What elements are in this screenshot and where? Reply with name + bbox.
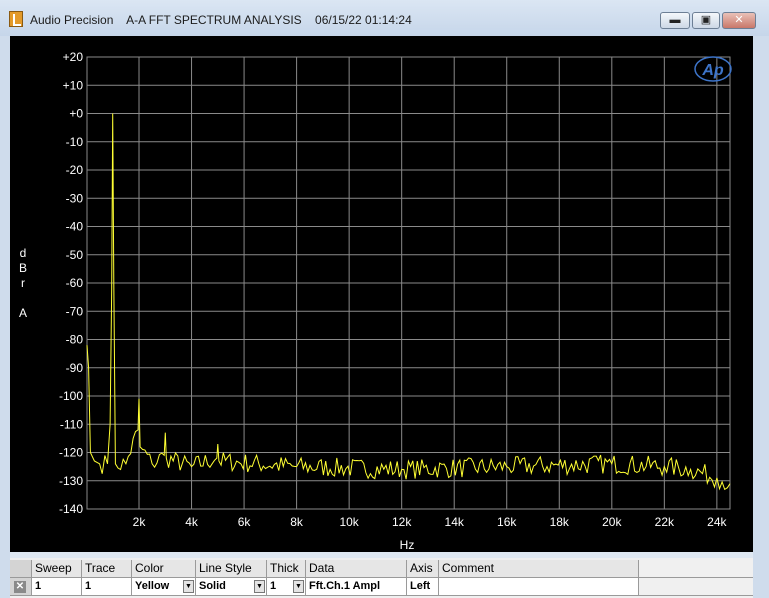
close-icon: ✕ bbox=[734, 14, 744, 26]
minimize-icon: ▬ bbox=[669, 14, 681, 26]
row-empty-area bbox=[639, 578, 753, 596]
maximize-icon: ▣ bbox=[700, 14, 712, 26]
window-frame-right bbox=[753, 36, 769, 598]
cell-sweep[interactable]: 1 bbox=[32, 578, 82, 596]
x-tick-label: 4k bbox=[185, 515, 199, 529]
y-tick-label: -20 bbox=[66, 163, 84, 177]
column-header-data[interactable]: Data bbox=[306, 560, 407, 578]
y-tick-label: -70 bbox=[66, 304, 84, 318]
y-tick-label: -50 bbox=[66, 248, 84, 262]
y-tick-label: -130 bbox=[59, 474, 83, 488]
x-tick-label: 2k bbox=[133, 515, 147, 529]
x-tick-label: 20k bbox=[602, 515, 622, 529]
row-header-corner bbox=[10, 560, 32, 578]
ap-logo-text: Ap bbox=[701, 62, 724, 79]
cell-color[interactable]: Yellow ▼ bbox=[132, 578, 196, 596]
table-header-row: Sweep Trace Color Line Style Thick Data … bbox=[10, 560, 753, 578]
y-tick-label: -40 bbox=[66, 220, 84, 234]
y-tick-label: -60 bbox=[66, 276, 84, 290]
header-empty-area bbox=[639, 560, 753, 578]
app-logo-icon bbox=[9, 11, 23, 27]
x-tick-label: 6k bbox=[238, 515, 252, 529]
column-header-axis[interactable]: Axis bbox=[407, 560, 439, 578]
minimize-button[interactable]: ▬ bbox=[660, 12, 690, 29]
cell-line-style-value: Solid bbox=[199, 580, 226, 592]
row-enable-checkbox[interactable]: ✕ bbox=[14, 581, 26, 593]
grid bbox=[86, 56, 731, 510]
close-button[interactable]: ✕ bbox=[722, 12, 756, 29]
y-tick-label: -110 bbox=[60, 417, 83, 431]
x-tick-labels: 2k 4k 6k 8k 10k 12k 14k 16k 18k 20k 22k 24k bbox=[133, 515, 728, 529]
y-tick-label: -90 bbox=[66, 361, 84, 375]
y-tick-label: +20 bbox=[63, 50, 84, 64]
column-header-line-style[interactable]: Line Style bbox=[196, 560, 267, 578]
y-tick-label: -120 bbox=[59, 446, 83, 460]
y-axis-label-char: A bbox=[18, 306, 27, 320]
x-tick-label: 22k bbox=[655, 515, 675, 529]
y-tick-label: -140 bbox=[59, 502, 83, 516]
y-tick-label: -100 bbox=[59, 389, 83, 403]
x-tick-label: 24k bbox=[707, 515, 727, 529]
fft-graph-panel: +20 +10 +0 -10 -20 -30 -40 -50 -60 -70 -80 -90 -100 -… bbox=[10, 36, 753, 552]
y-tick-label: +10 bbox=[63, 78, 84, 92]
y-axis-label-char: d bbox=[19, 246, 27, 260]
y-tick-label: +0 bbox=[69, 107, 83, 121]
y-tick-label: -10 bbox=[66, 135, 84, 149]
x-tick-label: 10k bbox=[339, 515, 359, 529]
dropdown-arrow-icon[interactable]: ▼ bbox=[254, 580, 265, 593]
app-name: Audio Precision bbox=[30, 13, 114, 27]
x-tick-label: 14k bbox=[445, 515, 465, 529]
x-tick-label: 12k bbox=[392, 515, 412, 529]
ap-logo: Ap bbox=[694, 56, 732, 82]
cell-color-value: Yellow bbox=[135, 580, 170, 592]
x-axis-label: Hz bbox=[400, 538, 415, 552]
column-header-trace[interactable]: Trace bbox=[82, 560, 132, 578]
x-tick-label: 18k bbox=[550, 515, 570, 529]
cell-trace[interactable]: 1 bbox=[82, 578, 132, 596]
y-axis-label-spacer bbox=[17, 291, 29, 306]
y-tick-label: -80 bbox=[66, 333, 84, 347]
table-row: ✕ 1 1 Yellow ▼ Solid ▼ 1 ▼ Fft.Ch.1 Ampl… bbox=[10, 578, 753, 596]
window-title: Audio Precision A-A FFT SPECTRUM ANALYSI… bbox=[30, 13, 412, 27]
x-tick-label: 8k bbox=[290, 515, 304, 529]
window-frame-left bbox=[0, 36, 10, 598]
y-tick-labels: +20 +10 +0 -10 -20 -30 -40 -50 -60 -70 -80 -90 -100 -… bbox=[59, 50, 83, 516]
cell-thick-value: 1 bbox=[270, 580, 277, 592]
dropdown-arrow-icon[interactable]: ▼ bbox=[293, 580, 304, 593]
y-axis-label: d B r A bbox=[17, 246, 29, 321]
cell-comment[interactable] bbox=[439, 578, 639, 596]
column-header-color[interactable]: Color bbox=[132, 560, 196, 578]
y-tick-label: -30 bbox=[66, 191, 84, 205]
column-header-comment[interactable]: Comment bbox=[439, 560, 639, 578]
cell-line-style[interactable]: Solid ▼ bbox=[196, 578, 267, 596]
x-tick-label: 16k bbox=[497, 515, 517, 529]
column-header-sweep[interactable]: Sweep bbox=[32, 560, 82, 578]
timestamp: 06/15/22 01:14:24 bbox=[315, 13, 412, 27]
y-axis-label-char: B bbox=[18, 261, 27, 275]
cell-axis[interactable]: Left bbox=[407, 578, 439, 596]
fft-spectrum-chart: +20 +10 +0 -10 -20 -30 -40 -50 -60 -70 -80 -90 -100 -… bbox=[59, 50, 732, 552]
row-enable-cell[interactable]: ✕ bbox=[10, 578, 32, 596]
cell-thick[interactable]: 1 ▼ bbox=[267, 578, 306, 596]
dropdown-arrow-icon[interactable]: ▼ bbox=[183, 580, 194, 593]
document-title: A-A FFT SPECTRUM ANALYSIS bbox=[126, 13, 302, 27]
trace-table: Sweep Trace Color Line Style Thick Data … bbox=[10, 558, 753, 598]
cell-data[interactable]: Fft.Ch.1 Ampl bbox=[306, 578, 407, 596]
title-bar: Audio Precision A-A FFT SPECTRUM ANALYSI… bbox=[0, 0, 769, 36]
y-axis-label-char: r bbox=[21, 276, 25, 290]
maximize-button[interactable]: ▣ bbox=[692, 12, 720, 29]
column-header-thick[interactable]: Thick bbox=[267, 560, 306, 578]
